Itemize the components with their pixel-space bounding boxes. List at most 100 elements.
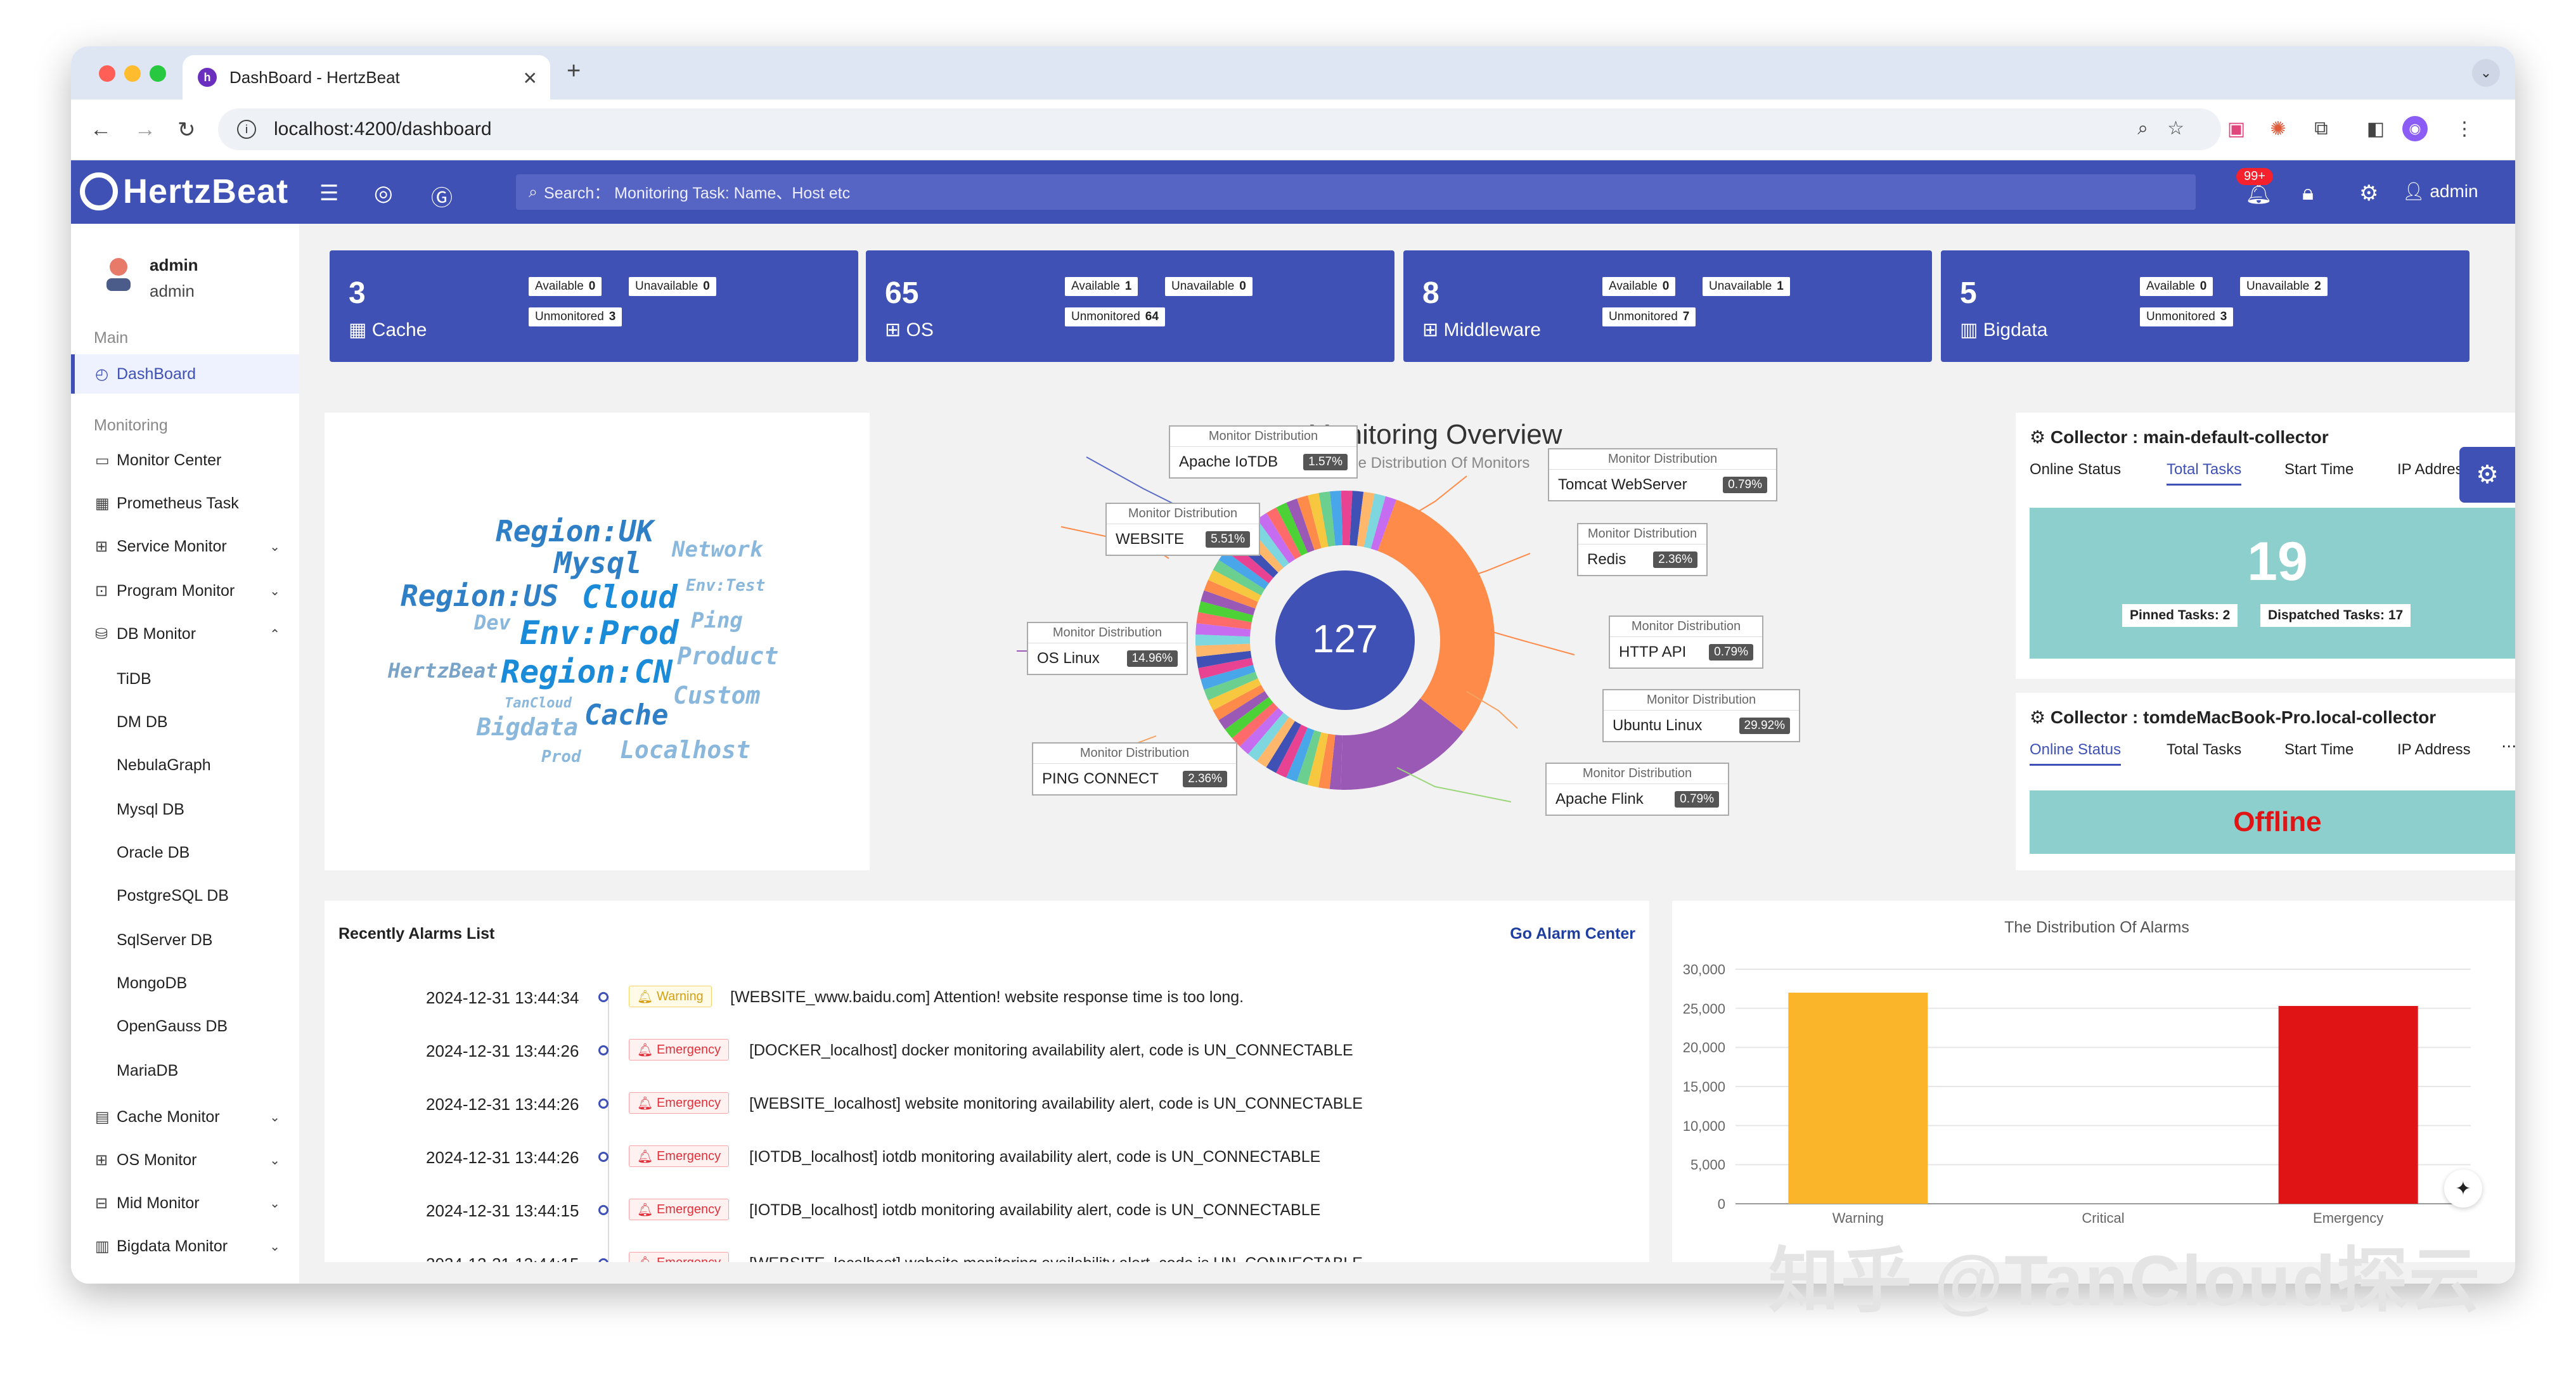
tab-total-tasks[interactable]: Total Tasks	[2167, 461, 2242, 486]
distribution-label-ubuntu-linux[interactable]: Monitor Distribution Ubuntu Linux 29.92%	[1602, 689, 1800, 742]
tag-cloud-word[interactable]: TanCloud	[505, 695, 572, 711]
tab-total-tasks[interactable]: Total Tasks	[2167, 741, 2241, 759]
browser-menu-icon[interactable]: ⋮	[2449, 113, 2480, 144]
distribution-label-website[interactable]: Monitor Distribution WEBSITE 5.51%	[1105, 503, 1260, 556]
kpi-label-text: Bigdata	[1983, 319, 2048, 340]
tab-online-status[interactable]: Online Status	[2030, 461, 2121, 479]
kpi-card-cache[interactable]: 3 ▦ Cache Available 0 Unavailable 0 Unmoni…	[330, 250, 858, 362]
tab-search-icon[interactable]: ⌄	[2472, 59, 2500, 87]
tag-cloud-word[interactable]: Cloud	[582, 579, 678, 616]
url-field[interactable]: i localhost:4200/dashboard ⌕☆	[218, 108, 2221, 150]
zoom-icon[interactable]: ⌕	[2137, 118, 2167, 139]
distribution-label-os-linux[interactable]: Monitor Distribution OS Linux 14.96%	[1027, 622, 1188, 675]
tag-cloud-word[interactable]: Dev	[474, 610, 511, 635]
sidebar-item-mid-monitor[interactable]: ⊟ Mid Monitor ⌄	[71, 1183, 299, 1223]
sidebar-item-prometheus-task[interactable]: ▦ Prometheus Task	[71, 484, 299, 523]
alarm-row[interactable]: 2024-12-31 13:44:34 🔔︎ Warning [WEBSITE_…	[325, 986, 1649, 1041]
tag-cloud-word[interactable]: Ping	[691, 608, 743, 633]
profile-avatar-icon[interactable]: ◉	[2402, 116, 2428, 141]
tag-cloud-word[interactable]: Product	[677, 642, 778, 670]
menu-toggle-icon[interactable]: ☰	[319, 181, 338, 206]
tag-cloud-word[interactable]: Cache	[584, 699, 668, 732]
tag-cloud-word[interactable]: Localhost	[620, 736, 750, 764]
tab-ip-address[interactable]: IP Address	[2397, 741, 2471, 759]
sidebar-subitem-mongodb[interactable]: MongoDB	[117, 974, 187, 993]
tab-start-time[interactable]: Start Time	[2284, 461, 2354, 479]
maximize-window-icon[interactable]	[150, 65, 166, 82]
bookmark-star-icon[interactable]: ☆	[2167, 118, 2203, 139]
extension-spinner-icon[interactable]: ✺	[2263, 113, 2293, 144]
sidebar-item-monitor-center[interactable]: ▭ Monitor Center	[71, 441, 299, 480]
sidebar-item-bigdata-monitor[interactable]: ▥ Bigdata Monitor ⌄	[71, 1227, 299, 1266]
gitee-icon[interactable]: Ⓖ	[431, 181, 453, 212]
tab-online-status[interactable]: Online Status	[2030, 741, 2122, 766]
alarm-row[interactable]: 2024-12-31 13:44:15 🔔︎ Emergency [IOTDB_…	[325, 1199, 1649, 1254]
header-user[interactable]: 👤︎ admin	[2402, 181, 2478, 202]
go-alarm-center-link[interactable]: Go Alarm Center	[1510, 925, 1635, 943]
sidebar-subitem-dm-db[interactable]: DM DB	[117, 713, 168, 732]
extensions-icon[interactable]: ⧉	[2306, 113, 2336, 144]
kpi-card-middleware[interactable]: 8 ⊞ Middleware Available 0 Unavailable 1 U…	[1403, 250, 1932, 362]
reload-icon[interactable]: ↻	[177, 117, 196, 143]
alarm-row[interactable]: 2024-12-31 13:44:15 🔔︎ Emergency [WEBSIT…	[325, 1252, 1649, 1262]
distribution-label-ping-connect[interactable]: Monitor Distribution PING CONNECT 2.36%	[1032, 742, 1237, 796]
kpi-card-os[interactable]: 65 ⊞ OS Available 1 Unavailable 0 Unmonito…	[866, 250, 1394, 362]
tag-cloud-word[interactable]: Env:Prod	[520, 614, 678, 652]
distribution-label-tomcat[interactable]: Monitor Distribution Tomcat WebServer 0.79…	[1548, 448, 1777, 501]
distribution-label-apache-iotdb[interactable]: Monitor Distribution Apache IoTDB 1.57%	[1169, 425, 1358, 479]
alarm-row[interactable]: 2024-12-31 13:44:26 🔔︎ Emergency [IOTDB_…	[325, 1145, 1649, 1201]
sidebar-subitem-mysql-db[interactable]: Mysql DB	[117, 801, 184, 819]
sidebar-subitem-mariadb[interactable]: MariaDB	[117, 1062, 178, 1080]
settings-gear-icon[interactable]: ⚙	[2359, 181, 2378, 206]
magic-wand-icon[interactable]: ✦	[2444, 1170, 2482, 1208]
tag-cloud-word[interactable]: Region:US	[401, 579, 558, 613]
sidebar-item-cache-monitor[interactable]: ▤ Cache Monitor ⌄	[71, 1097, 299, 1137]
tag-cloud-word[interactable]: Network	[672, 537, 763, 562]
bar-emergency[interactable]	[2278, 1005, 2418, 1204]
distribution-label-http-api[interactable]: Monitor Distribution HTTP API 0.79%	[1609, 616, 1763, 669]
minimize-window-icon[interactable]	[124, 65, 141, 82]
sidebar-subitem-postgresql-db[interactable]: PostgreSQL DB	[117, 887, 229, 905]
distribution-label-apache-flink[interactable]: Monitor Distribution Apache Flink 0.79%	[1545, 763, 1729, 816]
sidebar-user[interactable]: admin admin	[103, 255, 198, 301]
side-panel-icon[interactable]: ◧	[2360, 113, 2391, 144]
tag-cloud-word[interactable]: Prod	[541, 747, 581, 766]
extension-puzzle-pink-icon[interactable]: ▣	[2221, 113, 2251, 144]
tag-cloud-word[interactable]: Custom	[673, 681, 760, 709]
search-input[interactable]: ⌕ Search： Monitoring Task: Name、Host etc	[516, 174, 2196, 210]
forward-icon[interactable]: →	[134, 117, 156, 142]
browser-tab[interactable]: h DashBoard - HertzBeat ✕	[183, 55, 550, 100]
alarm-row[interactable]: 2024-12-31 13:44:26 🔔︎ Emergency [WEBSIT…	[325, 1092, 1649, 1148]
tag-cloud-word[interactable]: Env:Test	[686, 576, 765, 595]
sidebar-item-db-monitor[interactable]: ⛁ DB Monitor ⌃	[71, 614, 299, 654]
github-icon[interactable]: ◎	[374, 181, 393, 206]
close-tab-icon[interactable]: ✕	[523, 68, 538, 89]
sidebar-subitem-nebulagraph[interactable]: NebulaGraph	[117, 756, 211, 775]
sidebar-item-program-monitor[interactable]: ⊡ Program Monitor ⌄	[71, 571, 299, 610]
tag-cloud-word[interactable]: Region:UK	[496, 514, 654, 548]
kpi-card-bigdata[interactable]: 5 ▥ Bigdata Available 0 Unavailable 2 Unmo…	[1941, 250, 2470, 362]
new-tab-icon[interactable]: +	[567, 58, 581, 85]
tab-start-time[interactable]: Start Time	[2284, 741, 2354, 759]
back-icon[interactable]: ←	[90, 117, 112, 142]
sidebar-subitem-oracle-db[interactable]: Oracle DB	[117, 844, 190, 862]
alarm-row[interactable]: 2024-12-31 13:44:26 🔔︎ Emergency [DOCKER…	[325, 1039, 1649, 1095]
close-window-icon[interactable]	[99, 65, 115, 82]
sidebar-item-service-monitor[interactable]: ⊞ Service Monitor ⌄	[71, 527, 299, 566]
brand-logo[interactable]: HertzBeat	[80, 172, 288, 211]
tag-cloud-word[interactable]: HertzBeat	[388, 659, 498, 683]
lock-icon[interactable]: 🔒︎	[2302, 181, 2314, 205]
sidebar-subitem-tidb[interactable]: TiDB	[117, 670, 151, 688]
site-info-icon[interactable]: i	[237, 120, 256, 139]
sidebar-subitem-opengauss-db[interactable]: OpenGauss DB	[117, 1017, 228, 1036]
tag-cloud-word[interactable]: Region:CN	[501, 654, 673, 690]
sidebar-subitem-sqlserver-db[interactable]: SqlServer DB	[117, 931, 212, 950]
sidebar-item-os-monitor[interactable]: ⊞ OS Monitor ⌄	[71, 1140, 299, 1180]
bar-warning[interactable]	[1788, 993, 1928, 1204]
tag-cloud-word[interactable]: Mysql	[554, 546, 641, 580]
distribution-label-redis[interactable]: Monitor Distribution Redis 2.36%	[1577, 523, 1708, 576]
more-tabs-icon[interactable]: ⋯	[2501, 737, 2515, 756]
sidebar-item-dashboard[interactable]: ◴ DashBoard	[71, 354, 299, 394]
settings-drawer-gear-icon[interactable]: ⚙	[2459, 447, 2515, 503]
tag-cloud-word[interactable]: Bigdata	[477, 713, 578, 741]
